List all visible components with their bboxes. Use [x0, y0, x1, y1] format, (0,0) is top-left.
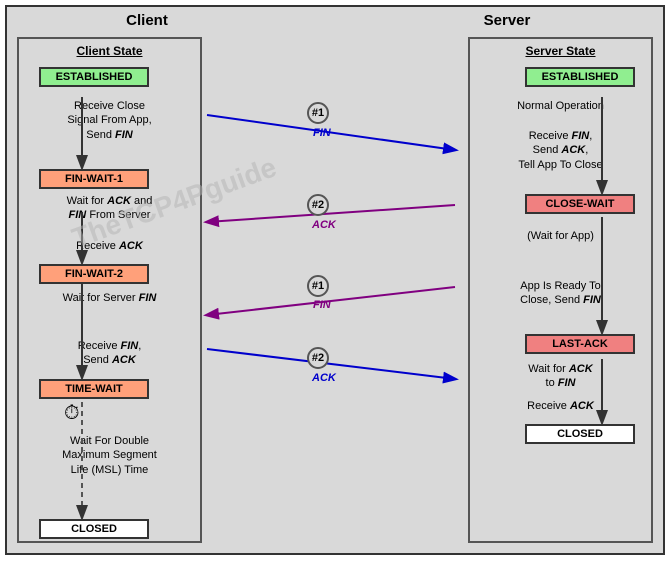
desc-receive-fin-send-ack: Receive FIN,Send ACK	[19, 339, 200, 368]
state-closed-client: CLOSED	[39, 519, 149, 539]
label-fin-2: FIN	[313, 299, 331, 311]
desc-receive-fin-server: Receive FIN,Send ACK,Tell App To Close	[470, 129, 651, 172]
desc-normal-op: Normal Operation	[470, 99, 651, 113]
desc-wait-msl: Wait For DoubleMaximum SegmentLife (MSL)…	[19, 434, 200, 477]
client-state-label: Client State	[19, 44, 200, 58]
desc-wait-server-fin: Wait for Server FIN	[19, 291, 200, 305]
label-fin-1: FIN	[313, 127, 331, 139]
state-closed-server: CLOSED	[525, 424, 635, 444]
desc-app-ready: App Is Ready ToClose, Send FIN	[470, 279, 651, 308]
num-circle-2-ack-2: #2	[307, 347, 329, 369]
client-header: Client	[87, 12, 207, 29]
desc-receive-ack-client: Receive ACK	[19, 239, 200, 253]
label-ack-1: ACK	[312, 219, 336, 231]
num-circle-1-fin: #1	[307, 102, 329, 124]
state-last-ack: LAST-ACK	[525, 334, 635, 354]
client-panel: Client State ESTABLISHED FIN-WAIT-1 FIN-…	[17, 37, 202, 543]
num-circle-1-fin-2: #1	[307, 275, 329, 297]
desc-receive-close: Receive CloseSignal From App,Send FIN	[19, 99, 200, 142]
num-circle-2-ack: #2	[307, 194, 329, 216]
desc-wait-ack-fin: Wait for ACK andFIN From Server	[19, 194, 200, 223]
desc-wait-for-app: (Wait for App)	[470, 229, 651, 243]
state-time-wait: TIME-WAIT	[39, 379, 149, 399]
clock-icon: ⏱	[64, 402, 80, 425]
server-state-label: Server State	[470, 44, 651, 58]
state-close-wait: CLOSE-WAIT	[525, 194, 635, 214]
server-panel: Server State ESTABLISHED CLOSE-WAIT LAST…	[468, 37, 653, 543]
desc-wait-ack-to-fin: Wait for ACKto FIN	[470, 362, 651, 391]
state-established-client: ESTABLISHED	[39, 67, 149, 87]
state-fin-wait-2: FIN-WAIT-2	[39, 264, 149, 284]
state-established-server: ESTABLISHED	[525, 67, 635, 87]
state-fin-wait-1: FIN-WAIT-1	[39, 169, 149, 189]
diagram-container: Client Server Client State ESTABLISHED F…	[5, 5, 665, 555]
label-ack-2: ACK	[312, 372, 336, 384]
desc-receive-ack-server: Receive ACK	[470, 399, 651, 413]
server-header: Server	[447, 12, 567, 29]
